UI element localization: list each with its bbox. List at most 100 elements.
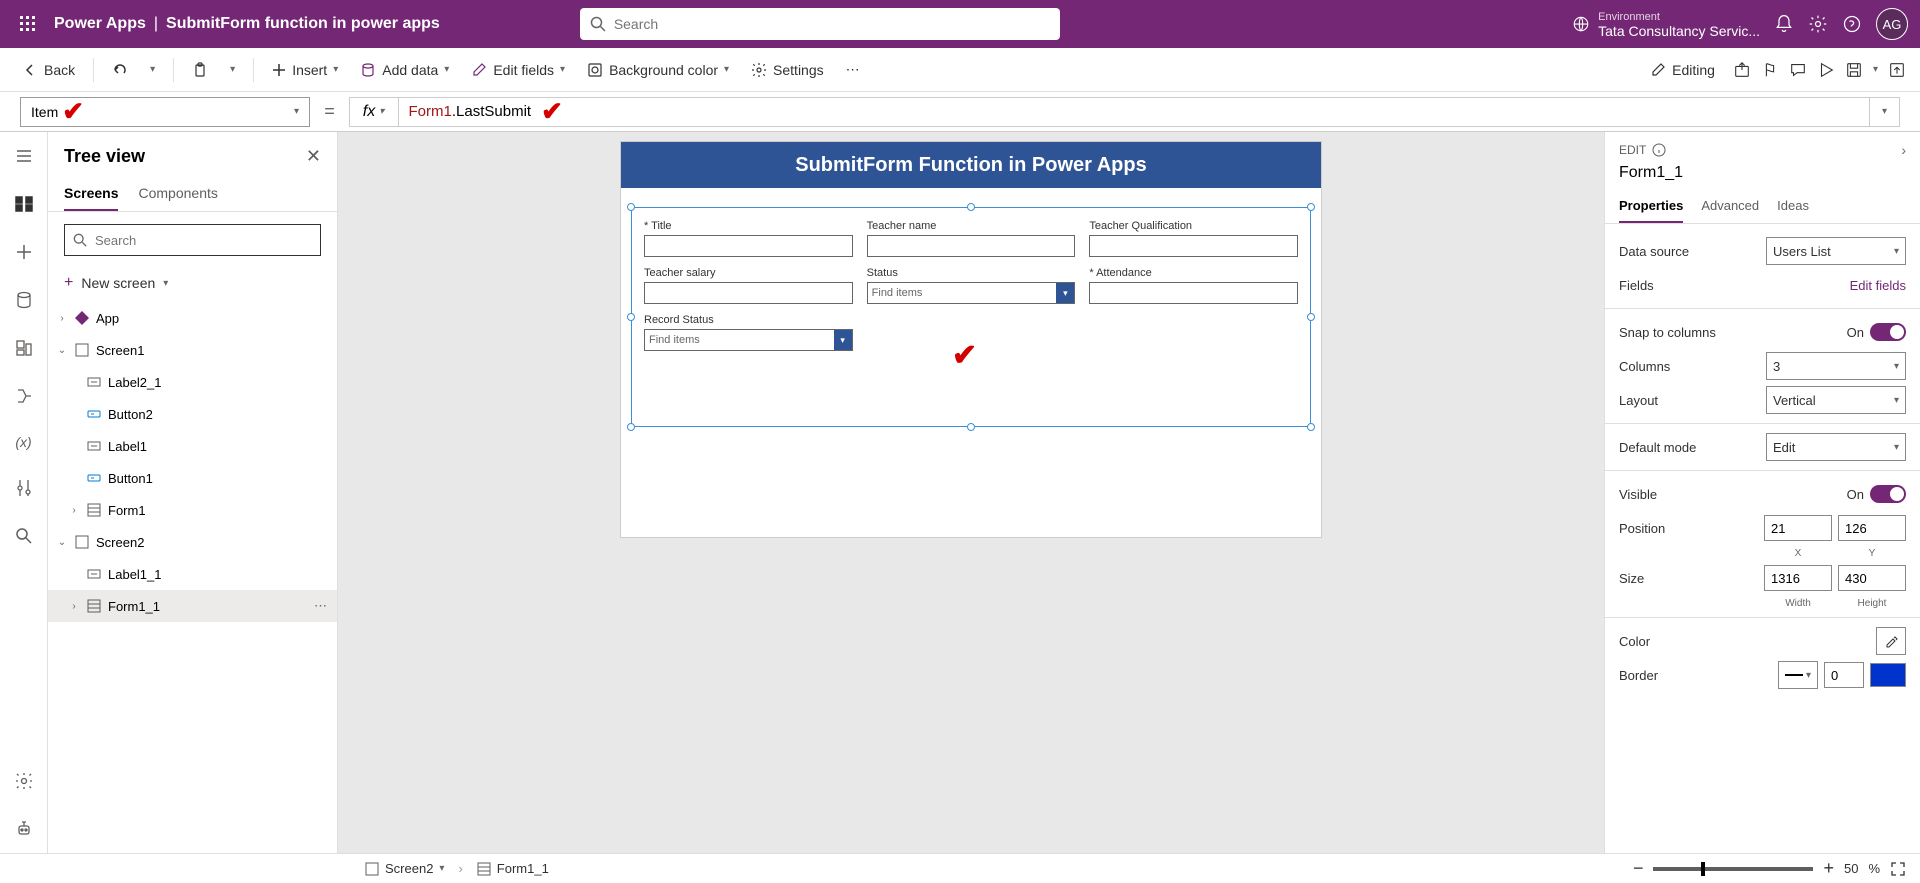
- field-teacher-salary[interactable]: Teacher salary: [644, 267, 853, 304]
- zoom-slider[interactable]: [1653, 867, 1813, 871]
- data-source-select[interactable]: Users List▾: [1766, 237, 1906, 265]
- field-status[interactable]: Status Find items ▾: [867, 267, 1076, 304]
- resize-handle[interactable]: [1307, 313, 1315, 321]
- formula-expand[interactable]: ▾: [1870, 97, 1900, 127]
- search-rail-icon[interactable]: [14, 526, 34, 546]
- back-button[interactable]: Back: [14, 54, 83, 86]
- visible-toggle[interactable]: [1870, 485, 1906, 503]
- field-title[interactable]: Title: [644, 220, 853, 257]
- resize-handle[interactable]: [627, 313, 635, 321]
- editing-mode[interactable]: Editing: [1642, 54, 1723, 86]
- search-input[interactable]: [614, 16, 1050, 32]
- resize-handle[interactable]: [627, 203, 635, 211]
- user-avatar[interactable]: AG: [1876, 8, 1908, 40]
- attendance-input[interactable]: [1089, 282, 1298, 304]
- tree-item-screen2[interactable]: ⌄ Screen2: [48, 526, 337, 558]
- snap-toggle[interactable]: [1870, 323, 1906, 341]
- field-attendance[interactable]: Attendance: [1089, 267, 1298, 304]
- tree-item-app[interactable]: › App: [48, 302, 337, 334]
- settings-button[interactable]: Settings: [743, 54, 832, 86]
- zoom-out[interactable]: −: [1633, 858, 1644, 879]
- tree-item-label1[interactable]: Label1: [48, 430, 337, 462]
- chevron-down-icon[interactable]: ▾: [1056, 283, 1074, 303]
- resize-handle[interactable]: [1307, 203, 1315, 211]
- teacher-salary-input[interactable]: [644, 282, 853, 304]
- tab-screens[interactable]: Screens: [64, 177, 118, 211]
- variables-rail-icon[interactable]: (x): [15, 434, 31, 450]
- paste-button[interactable]: [184, 54, 216, 86]
- tab-components[interactable]: Components: [138, 177, 217, 211]
- tree-item-button1[interactable]: Button1: [48, 462, 337, 494]
- more-button[interactable]: ⋯: [838, 54, 870, 86]
- save-icon[interactable]: [1845, 61, 1863, 79]
- tab-ideas[interactable]: Ideas: [1777, 192, 1809, 223]
- tree-item-screen1[interactable]: ⌄ Screen1: [48, 334, 337, 366]
- tree-item-form1-1[interactable]: › Form1_1 ⋯: [48, 590, 337, 622]
- tools-rail-icon[interactable]: [14, 478, 34, 498]
- border-style-select[interactable]: ▾: [1778, 661, 1818, 689]
- checker-icon[interactable]: [1761, 61, 1779, 79]
- teacher-name-input[interactable]: [867, 235, 1076, 257]
- field-teacher-qual[interactable]: Teacher Qualification: [1089, 220, 1298, 257]
- title-input[interactable]: [644, 235, 853, 257]
- insert-button[interactable]: Insert ▾: [264, 54, 346, 86]
- property-selector[interactable]: Item ✔ ▾: [20, 97, 310, 127]
- default-mode-select[interactable]: Edit▾: [1766, 433, 1906, 461]
- tree-item-label1-1[interactable]: Label1_1: [48, 558, 337, 590]
- formula-input[interactable]: Form1.LastSubmit ✔: [399, 97, 1870, 127]
- hamburger-icon[interactable]: [14, 146, 34, 166]
- border-color-swatch[interactable]: [1870, 663, 1906, 687]
- settings-rail-icon[interactable]: [14, 771, 34, 791]
- fit-icon[interactable]: [1890, 861, 1906, 877]
- app-launcher-icon[interactable]: [12, 8, 44, 40]
- help-icon[interactable]: [1842, 14, 1862, 34]
- breadcrumb-screen2[interactable]: Screen2 ▾: [365, 861, 444, 876]
- height-input[interactable]: [1838, 565, 1906, 591]
- tree-item-button2[interactable]: Button2: [48, 398, 337, 430]
- notifications-icon[interactable]: [1774, 14, 1794, 34]
- flows-rail-icon[interactable]: [14, 386, 34, 406]
- pos-y-input[interactable]: [1838, 515, 1906, 541]
- global-search[interactable]: [580, 8, 1060, 40]
- bg-color-button[interactable]: Background color ▾: [579, 54, 737, 86]
- status-combo[interactable]: Find items ▾: [867, 282, 1076, 304]
- play-icon[interactable]: [1817, 61, 1835, 79]
- columns-select[interactable]: 3▾: [1766, 352, 1906, 380]
- pos-x-input[interactable]: [1764, 515, 1832, 541]
- fx-button[interactable]: fx▾: [349, 97, 399, 127]
- info-icon[interactable]: [1652, 143, 1666, 157]
- undo-button[interactable]: [104, 54, 136, 86]
- field-record-status[interactable]: Record Status Find items ▾: [644, 314, 853, 351]
- chevron-down-icon[interactable]: ▾: [834, 330, 852, 350]
- resize-handle[interactable]: [967, 423, 975, 431]
- comments-icon[interactable]: [1789, 61, 1807, 79]
- width-input[interactable]: [1764, 565, 1832, 591]
- settings-gear-icon[interactable]: [1808, 14, 1828, 34]
- new-screen-button[interactable]: + New screen ▾: [48, 268, 337, 298]
- data-rail-icon[interactable]: [14, 290, 34, 310]
- record-status-combo[interactable]: Find items ▾: [644, 329, 853, 351]
- media-rail-icon[interactable]: [14, 338, 34, 358]
- virtual-agent-icon[interactable]: [14, 819, 34, 839]
- tab-properties[interactable]: Properties: [1619, 192, 1683, 223]
- canvas-screen[interactable]: SubmitForm Function in Power Apps Title …: [621, 142, 1321, 537]
- resize-handle[interactable]: [967, 203, 975, 211]
- add-data-button[interactable]: Add data ▾: [352, 54, 457, 86]
- tree-item-label2-1[interactable]: Label2_1: [48, 366, 337, 398]
- share-icon[interactable]: [1733, 61, 1751, 79]
- field-teacher-name[interactable]: Teacher name: [867, 220, 1076, 257]
- edit-fields-button[interactable]: Edit fields ▾: [463, 54, 573, 86]
- collapse-icon[interactable]: ›: [1901, 142, 1906, 158]
- edit-fields-link[interactable]: Edit fields: [1850, 278, 1906, 293]
- environment-picker[interactable]: Environment Tata Consultancy Servic...: [1572, 10, 1760, 38]
- tab-advanced[interactable]: Advanced: [1701, 192, 1759, 223]
- resize-handle[interactable]: [627, 423, 635, 431]
- insert-rail-icon[interactable]: [14, 242, 34, 262]
- tree-view-icon[interactable]: [14, 194, 34, 214]
- publish-icon[interactable]: [1888, 61, 1906, 79]
- color-picker[interactable]: [1876, 627, 1906, 655]
- undo-dropdown[interactable]: ▾: [142, 54, 163, 86]
- teacher-qual-input[interactable]: [1089, 235, 1298, 257]
- zoom-in[interactable]: +: [1823, 858, 1834, 879]
- tree-search[interactable]: [64, 224, 321, 256]
